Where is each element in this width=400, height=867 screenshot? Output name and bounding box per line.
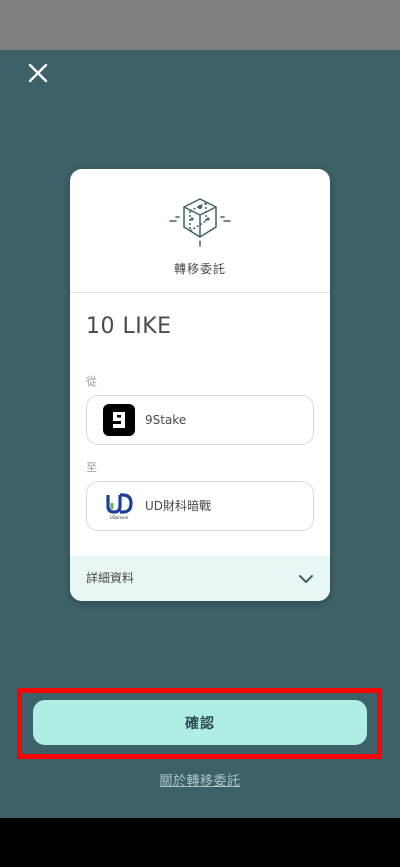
- chevron-down-icon[interactable]: [298, 571, 314, 587]
- redelegate-card: 轉移委託 10 LIKE 從 9Stake 至 UDomain UD財科暗戰 詳…: [70, 169, 330, 601]
- to-validator-name: UD財科暗戰: [145, 499, 212, 513]
- screen: 轉移委託 10 LIKE 從 9Stake 至 UDomain UD財科暗戰 詳…: [0, 0, 400, 867]
- about-redelegate-link[interactable]: 關於轉移委託: [0, 770, 400, 789]
- to-label: 至: [86, 461, 97, 474]
- navigation-bar: [0, 818, 400, 867]
- details-label: 詳細資料: [86, 571, 135, 585]
- confirm-button[interactable]: 確認: [33, 700, 367, 745]
- from-validator-name: 9Stake: [145, 413, 187, 427]
- cube-icon: [169, 198, 231, 247]
- udomain-logo-icon: UDomain: [103, 490, 135, 522]
- card-title: 轉移委託: [173, 262, 226, 276]
- to-validator-field[interactable]: UDomain UD財科暗戰: [86, 481, 314, 531]
- svg-text:UDomain: UDomain: [110, 515, 129, 520]
- amount-text: 10 LIKE: [86, 314, 172, 339]
- from-label: 從: [86, 375, 97, 388]
- close-icon[interactable]: [28, 63, 48, 83]
- card-header: 轉移委託: [70, 169, 330, 293]
- details-toggle[interactable]: 詳細資料: [70, 556, 330, 601]
- close-button[interactable]: [24, 59, 52, 87]
- from-validator-field[interactable]: 9Stake: [86, 395, 314, 445]
- status-bar: [0, 0, 400, 50]
- 9stake-logo-icon: [103, 404, 135, 436]
